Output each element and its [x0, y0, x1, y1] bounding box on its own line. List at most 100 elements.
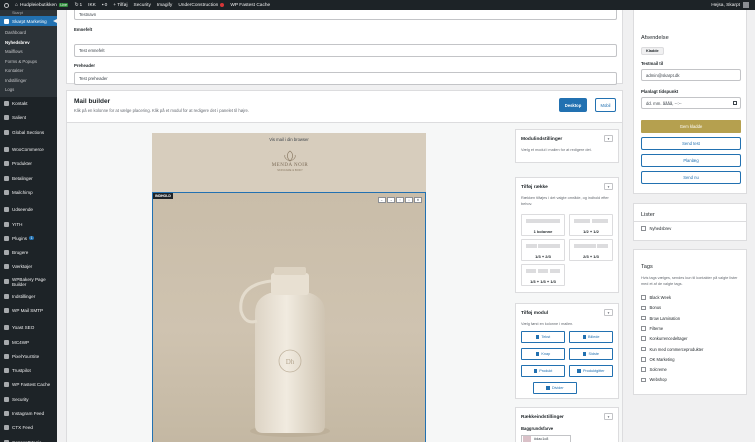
submenu-item-mailflows[interactable]: Mailflows	[0, 47, 57, 57]
sidebar-item-trustpilot[interactable]: Trustpilot	[0, 364, 57, 378]
tag-checkbox[interactable]: Filterne	[641, 324, 663, 333]
name-field[interactable]: Testnavn	[74, 10, 617, 20]
row-layout-option[interactable]: 1/2 + 1/2	[569, 214, 613, 236]
checkbox[interactable]	[641, 357, 646, 362]
tag-checkbox[interactable]: Solcreme	[641, 365, 667, 374]
browser-view-link[interactable]: Vis mail i din browser	[152, 137, 426, 142]
schedule-button[interactable]: Planlæg	[641, 154, 741, 167]
underconstruction-link[interactable]: UnderConstruction	[178, 3, 225, 8]
sidebar-item-security[interactable]: Security	[0, 392, 57, 406]
checkbox[interactable]	[641, 326, 646, 331]
sidebar-item-ctx-feed[interactable]: CTX Feed	[0, 421, 57, 435]
collapse-toggle-icon[interactable]: ▾	[604, 135, 613, 142]
sidebar-item-wp-mail-smtp[interactable]: WP Mail SMTP	[0, 303, 57, 317]
sidebar-item-salient[interactable]: Salient	[0, 111, 57, 125]
checkbox[interactable]	[641, 377, 646, 383]
sidebar-item-betalinger[interactable]: Betalinger	[0, 171, 57, 185]
tag-checkbox[interactable]: Black Week	[641, 293, 671, 302]
row-layout-option[interactable]: 1/3 + 1/3 + 1/3	[521, 264, 565, 286]
checkbox[interactable]	[641, 367, 646, 372]
sidebar-item-woocommerce[interactable]: WooCommerce	[0, 142, 57, 156]
comments-link[interactable]: ▪ 0	[102, 3, 107, 8]
add-module-divider-button[interactable]: Divider	[533, 382, 577, 394]
checkbox[interactable]	[641, 315, 646, 321]
section-control-button[interactable]: ↓	[405, 197, 413, 203]
sidebar-item-wpbakery-page-builder[interactable]: WPBakery Page Builder	[0, 274, 57, 289]
selected-content-section[interactable]: Dh INDHOLD ← → ↑ ↓ ✕	[152, 192, 426, 442]
sidebar-item-produkter[interactable]: Produkter	[0, 157, 57, 171]
sidebar-item-kontakt[interactable]: Kontakt	[0, 97, 57, 111]
sidebar-item-pixelyoursite[interactable]: PixelYourSite	[0, 349, 57, 363]
background-color-field[interactable]: #dac1c8	[521, 435, 571, 442]
list-checkbox[interactable]: Nyhedsbrev	[641, 224, 671, 233]
security-link[interactable]: Security	[134, 3, 151, 8]
tag-checkbox[interactable]: OK Marketing	[641, 355, 675, 364]
site-name-link[interactable]: ⌂ Hudpleiebutikken Live	[15, 2, 69, 8]
add-module-sidste-button[interactable]: Sidste	[569, 348, 613, 360]
sidebar-item-instagram-feed[interactable]: Instagram Feed	[0, 406, 57, 420]
add-module-produktgitter-button[interactable]: Produktgitter	[569, 365, 613, 377]
tag-checkbox[interactable]: Konkurrencedeltager	[641, 334, 688, 343]
sidebar-item-udseende[interactable]: Udseende	[0, 203, 57, 217]
checkbox[interactable]	[641, 226, 646, 231]
sidebar-item-skarpt-marketing[interactable]: Skarpt Marketing	[0, 16, 57, 26]
schedule-datetime-field[interactable]: dd. mm. åååå, --:--	[641, 97, 741, 109]
sidebar-item-brugere[interactable]: Brugere	[0, 245, 57, 259]
fastest-cache-link[interactable]: WP Fastest Cache	[230, 3, 270, 8]
desktop-view-button[interactable]: Desktop	[559, 98, 587, 112]
tag-checkbox[interactable]: Brow Lamination	[641, 314, 680, 323]
updates-link[interactable]: ↻ 1	[74, 3, 82, 8]
account-menu[interactable]: Hejsa, Skarpt	[711, 0, 749, 10]
add-module-produkt-button[interactable]: Produkt	[521, 365, 565, 377]
add-module-billede-button[interactable]: Billede	[569, 331, 613, 343]
sidebar-item-global-sections[interactable]: Global Sections	[0, 125, 57, 139]
sidebar-item-v-rkt-jer[interactable]: Værktøjer	[0, 260, 57, 274]
submenu-item-logs[interactable]: Logs	[0, 85, 57, 95]
new-content-link[interactable]: + Tilføj	[113, 3, 127, 8]
submenu-item-indstillinger[interactable]: Indstillinger	[0, 76, 57, 86]
add-module-knap-button[interactable]: Knap	[521, 348, 565, 360]
calendar-icon[interactable]	[733, 101, 737, 105]
sidebar-item-consentmagic[interactable]: ConsentMagic	[0, 435, 57, 442]
save-draft-button[interactable]: Gem kladde	[641, 120, 741, 133]
seo-link[interactable]: IKK	[88, 3, 96, 8]
section-control-button[interactable]: ↑	[396, 197, 404, 203]
subject-field[interactable]: Test emnefelt	[74, 44, 617, 57]
collapse-toggle-icon[interactable]: ▾	[604, 183, 613, 190]
submenu-item-nyhedsbrev[interactable]: Nyhedsbrev	[0, 38, 57, 48]
sidebar-item-plugins[interactable]: Plugins 1	[0, 231, 57, 245]
wordpress-icon[interactable]	[4, 2, 9, 8]
section-control-button[interactable]: →	[387, 197, 395, 203]
sidebar-item-mc4wp[interactable]: MC4WP	[0, 335, 57, 349]
checkbox[interactable]	[641, 305, 646, 311]
submenu-item-forms-popups[interactable]: Forms & Popups	[0, 57, 57, 67]
submenu-item-kontakter[interactable]: Kontakter	[0, 66, 57, 76]
mobile-view-button[interactable]: Mobil	[595, 98, 616, 112]
sidebar-item-indstillinger[interactable]: Indstillinger	[0, 289, 57, 303]
row-layout-option[interactable]: 2/3 + 1/3	[569, 239, 613, 261]
collapse-toggle-icon[interactable]: ▾	[604, 413, 613, 420]
send-test-button[interactable]: Send test	[641, 137, 741, 150]
imagify-link[interactable]: Imagify	[157, 3, 172, 8]
row-layout-option[interactable]: 1 kolonne	[521, 214, 565, 236]
row-layout-option[interactable]: 1/3 + 2/3	[521, 239, 565, 261]
tag-checkbox[interactable]: Kun med commerceprodukter	[641, 345, 703, 354]
section-control-button[interactable]: ✕	[414, 197, 422, 203]
add-module-tekst-button[interactable]: Tekst	[521, 331, 565, 343]
tag-checkbox[interactable]: Bonus	[641, 303, 661, 312]
send-now-button[interactable]: Send nu	[641, 171, 741, 184]
checkbox[interactable]	[641, 346, 646, 352]
section-control-button[interactable]: ←	[378, 197, 386, 203]
checkbox[interactable]	[641, 295, 646, 300]
checkbox[interactable]	[641, 336, 646, 341]
menu-icon	[4, 115, 9, 121]
sidebar-item-wp-fastest-cache[interactable]: WP Fastest Cache	[0, 378, 57, 392]
collapse-toggle-icon[interactable]: ▾	[604, 309, 613, 316]
sidebar-item-yoast-seo[interactable]: Yoast SEO	[0, 321, 57, 335]
preheader-field[interactable]: Test preheader	[74, 72, 617, 85]
tag-checkbox[interactable]: Webshop	[641, 375, 667, 384]
sidebar-item-mailchimp[interactable]: Mailchimp	[0, 185, 57, 199]
sidebar-item-yith[interactable]: YITH	[0, 217, 57, 231]
testmail-field[interactable]: admin@skarpt.dk	[641, 69, 741, 81]
submenu-item-dashboard[interactable]: Dashboard	[0, 28, 57, 38]
